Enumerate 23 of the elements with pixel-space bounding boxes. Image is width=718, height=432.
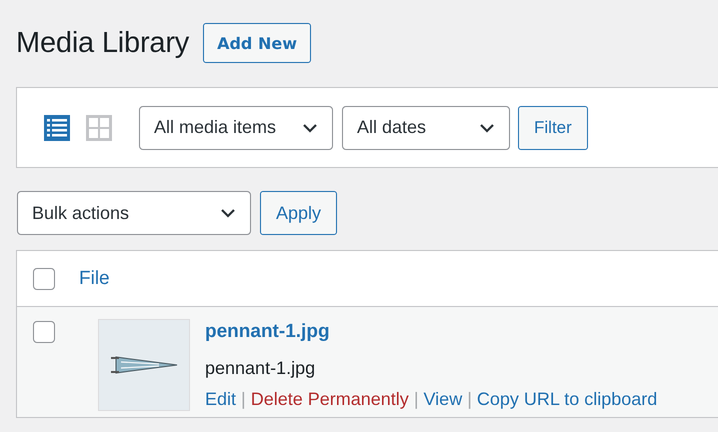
chevron-down-icon: [302, 122, 318, 132]
chevron-down-icon: [479, 122, 495, 132]
file-name: pennant-1.jpg: [205, 358, 316, 378]
separator: |: [241, 389, 246, 410]
action-link[interactable]: Edit: [205, 389, 236, 410]
separator: |: [467, 389, 472, 410]
delete-link[interactable]: Delete Permanently: [250, 389, 409, 410]
date-dropdown[interactable]: All dates: [342, 106, 510, 150]
checkbox[interactable]: [33, 321, 55, 343]
column-header[interactable]: File: [79, 268, 110, 290]
pennant-drawing: [109, 354, 179, 376]
bulk-actions-dropdown[interactable]: Bulk actions: [17, 191, 251, 235]
file-title-link[interactable]: pennant-1.jpg: [205, 321, 658, 343]
add-new-button[interactable]: Add New: [203, 23, 311, 63]
action-link[interactable]: Copy URL to clipboard: [476, 389, 658, 410]
page-title: Media Library: [16, 26, 190, 60]
checkbox[interactable]: [33, 268, 55, 290]
separator: |: [414, 389, 418, 410]
chevron-down-icon: [220, 208, 236, 218]
filter-button[interactable]: Filter: [518, 106, 588, 150]
apply-button[interactable]: Apply: [260, 191, 338, 235]
action-link[interactable]: View: [424, 389, 462, 410]
media-type-dropdown[interactable]: All media items: [139, 106, 333, 150]
